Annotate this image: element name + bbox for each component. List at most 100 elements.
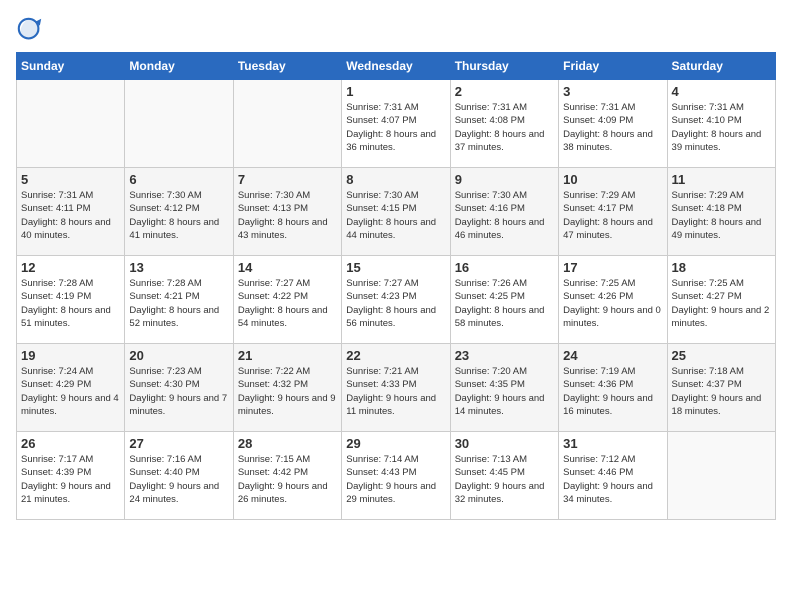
- calendar-cell: 8 Sunrise: 7:30 AM Sunset: 4:15 PM Daylig…: [342, 168, 450, 256]
- calendar-cell: 5 Sunrise: 7:31 AM Sunset: 4:11 PM Daylig…: [17, 168, 125, 256]
- calendar-cell: 25 Sunrise: 7:18 AM Sunset: 4:37 PM Dayli…: [667, 344, 775, 432]
- calendar-cell: 9Sunrise: 7:30 AM Sunset: 4:16 PM Daylig…: [450, 168, 558, 256]
- day-info: Sunrise: 7:31 AM Sunset: 4:09 PM Dayligh…: [563, 101, 662, 154]
- day-info: Sunrise: 7:31 AM Sunset: 4:08 PM Dayligh…: [455, 101, 554, 154]
- day-number: 8: [346, 172, 445, 187]
- calendar-cell: 2 Sunrise: 7:31 AM Sunset: 4:08 PM Daylig…: [450, 80, 558, 168]
- calendar-cell: 16Sunrise: 7:26 AM Sunset: 4:25 PM Dayli…: [450, 256, 558, 344]
- day-number: 21: [238, 348, 337, 363]
- logo: [16, 16, 48, 44]
- calendar-cell: 22Sunrise: 7:21 AM Sunset: 4:33 PM Dayli…: [342, 344, 450, 432]
- day-number: 19: [21, 348, 120, 363]
- calendar-cell: 23 Sunrise: 7:20 AM Sunset: 4:35 PM Dayli…: [450, 344, 558, 432]
- day-number: 27: [129, 436, 228, 451]
- calendar-cell: [17, 80, 125, 168]
- day-number: 10: [563, 172, 662, 187]
- calendar-cell: 17 Sunrise: 7:25 AM Sunset: 4:26 PM Dayli…: [559, 256, 667, 344]
- calendar-week-row: 19 Sunrise: 7:24 AM Sunset: 4:29 PM Dayli…: [17, 344, 776, 432]
- calendar-cell: 6 Sunrise: 7:30 AM Sunset: 4:12 PM Daylig…: [125, 168, 233, 256]
- day-number: 11: [672, 172, 771, 187]
- day-number: 9: [455, 172, 554, 187]
- day-number: 3: [563, 84, 662, 99]
- day-number: 31: [563, 436, 662, 451]
- day-info: Sunrise: 7:25 AM Sunset: 4:27 PM Dayligh…: [672, 277, 771, 330]
- day-number: 5: [21, 172, 120, 187]
- calendar-cell: 19 Sunrise: 7:24 AM Sunset: 4:29 PM Dayli…: [17, 344, 125, 432]
- day-info: Sunrise: 7:31 AM Sunset: 4:10 PM Dayligh…: [672, 101, 771, 154]
- day-number: 13: [129, 260, 228, 275]
- day-number: 2: [455, 84, 554, 99]
- day-info: Sunrise: 7:31 AM Sunset: 4:07 PM Dayligh…: [346, 101, 445, 154]
- calendar-week-row: 1 Sunrise: 7:31 AM Sunset: 4:07 PM Daylig…: [17, 80, 776, 168]
- day-info: Sunrise: 7:12 AM Sunset: 4:46 PM Dayligh…: [563, 453, 662, 506]
- column-header-monday: Monday: [125, 53, 233, 80]
- day-info: Sunrise: 7:29 AM Sunset: 4:18 PM Dayligh…: [672, 189, 771, 242]
- day-number: 4: [672, 84, 771, 99]
- calendar-table: SundayMondayTuesdayWednesdayThursdayFrid…: [16, 52, 776, 520]
- day-number: 25: [672, 348, 771, 363]
- page-header: [16, 16, 776, 44]
- calendar-week-row: 12 Sunrise: 7:28 AM Sunset: 4:19 PM Dayli…: [17, 256, 776, 344]
- day-number: 28: [238, 436, 337, 451]
- day-info: Sunrise: 7:27 AM Sunset: 4:22 PM Dayligh…: [238, 277, 337, 330]
- day-number: 24: [563, 348, 662, 363]
- day-info: Sunrise: 7:31 AM Sunset: 4:11 PM Dayligh…: [21, 189, 120, 242]
- day-info: Sunrise: 7:30 AM Sunset: 4:13 PM Dayligh…: [238, 189, 337, 242]
- day-info: Sunrise: 7:24 AM Sunset: 4:29 PM Dayligh…: [21, 365, 120, 418]
- day-info: Sunrise: 7:28 AM Sunset: 4:19 PM Dayligh…: [21, 277, 120, 330]
- day-number: 17: [563, 260, 662, 275]
- calendar-cell: [667, 432, 775, 520]
- calendar-cell: 24Sunrise: 7:19 AM Sunset: 4:36 PM Dayli…: [559, 344, 667, 432]
- calendar-cell: 1 Sunrise: 7:31 AM Sunset: 4:07 PM Daylig…: [342, 80, 450, 168]
- day-number: 23: [455, 348, 554, 363]
- column-header-wednesday: Wednesday: [342, 53, 450, 80]
- day-info: Sunrise: 7:20 AM Sunset: 4:35 PM Dayligh…: [455, 365, 554, 418]
- calendar-cell: 7Sunrise: 7:30 AM Sunset: 4:13 PM Daylig…: [233, 168, 341, 256]
- calendar-cell: 11 Sunrise: 7:29 AM Sunset: 4:18 PM Dayli…: [667, 168, 775, 256]
- day-number: 26: [21, 436, 120, 451]
- day-number: 1: [346, 84, 445, 99]
- column-header-tuesday: Tuesday: [233, 53, 341, 80]
- day-number: 15: [346, 260, 445, 275]
- day-info: Sunrise: 7:26 AM Sunset: 4:25 PM Dayligh…: [455, 277, 554, 330]
- calendar-cell: 15 Sunrise: 7:27 AM Sunset: 4:23 PM Dayli…: [342, 256, 450, 344]
- day-number: 14: [238, 260, 337, 275]
- day-info: Sunrise: 7:29 AM Sunset: 4:17 PM Dayligh…: [563, 189, 662, 242]
- calendar-cell: 4 Sunrise: 7:31 AM Sunset: 4:10 PM Daylig…: [667, 80, 775, 168]
- day-info: Sunrise: 7:28 AM Sunset: 4:21 PM Dayligh…: [129, 277, 228, 330]
- day-number: 30: [455, 436, 554, 451]
- column-header-sunday: Sunday: [17, 53, 125, 80]
- calendar-cell: 12 Sunrise: 7:28 AM Sunset: 4:19 PM Dayli…: [17, 256, 125, 344]
- calendar-week-row: 5 Sunrise: 7:31 AM Sunset: 4:11 PM Daylig…: [17, 168, 776, 256]
- column-header-friday: Friday: [559, 53, 667, 80]
- day-number: 12: [21, 260, 120, 275]
- day-info: Sunrise: 7:16 AM Sunset: 4:40 PM Dayligh…: [129, 453, 228, 506]
- calendar-cell: 3 Sunrise: 7:31 AM Sunset: 4:09 PM Daylig…: [559, 80, 667, 168]
- day-number: 22: [346, 348, 445, 363]
- day-info: Sunrise: 7:15 AM Sunset: 4:42 PM Dayligh…: [238, 453, 337, 506]
- day-info: Sunrise: 7:30 AM Sunset: 4:15 PM Dayligh…: [346, 189, 445, 242]
- day-info: Sunrise: 7:27 AM Sunset: 4:23 PM Dayligh…: [346, 277, 445, 330]
- calendar-cell: [125, 80, 233, 168]
- day-info: Sunrise: 7:22 AM Sunset: 4:32 PM Dayligh…: [238, 365, 337, 418]
- calendar-cell: 13 Sunrise: 7:28 AM Sunset: 4:21 PM Dayli…: [125, 256, 233, 344]
- calendar-cell: 21 Sunrise: 7:22 AM Sunset: 4:32 PM Dayli…: [233, 344, 341, 432]
- column-header-thursday: Thursday: [450, 53, 558, 80]
- logo-icon: [16, 16, 44, 44]
- day-number: 6: [129, 172, 228, 187]
- day-info: Sunrise: 7:17 AM Sunset: 4:39 PM Dayligh…: [21, 453, 120, 506]
- day-number: 20: [129, 348, 228, 363]
- calendar-cell: 29Sunrise: 7:14 AM Sunset: 4:43 PM Dayli…: [342, 432, 450, 520]
- day-info: Sunrise: 7:25 AM Sunset: 4:26 PM Dayligh…: [563, 277, 662, 330]
- day-number: 29: [346, 436, 445, 451]
- calendar-cell: 18Sunrise: 7:25 AM Sunset: 4:27 PM Dayli…: [667, 256, 775, 344]
- column-header-saturday: Saturday: [667, 53, 775, 80]
- calendar-cell: 28 Sunrise: 7:15 AM Sunset: 4:42 PM Dayli…: [233, 432, 341, 520]
- day-info: Sunrise: 7:30 AM Sunset: 4:12 PM Dayligh…: [129, 189, 228, 242]
- day-info: Sunrise: 7:18 AM Sunset: 4:37 PM Dayligh…: [672, 365, 771, 418]
- calendar-cell: 27 Sunrise: 7:16 AM Sunset: 4:40 PM Dayli…: [125, 432, 233, 520]
- calendar-cell: 14 Sunrise: 7:27 AM Sunset: 4:22 PM Dayli…: [233, 256, 341, 344]
- day-info: Sunrise: 7:23 AM Sunset: 4:30 PM Dayligh…: [129, 365, 228, 418]
- calendar-cell: 10 Sunrise: 7:29 AM Sunset: 4:17 PM Dayli…: [559, 168, 667, 256]
- calendar-cell: 26 Sunrise: 7:17 AM Sunset: 4:39 PM Dayli…: [17, 432, 125, 520]
